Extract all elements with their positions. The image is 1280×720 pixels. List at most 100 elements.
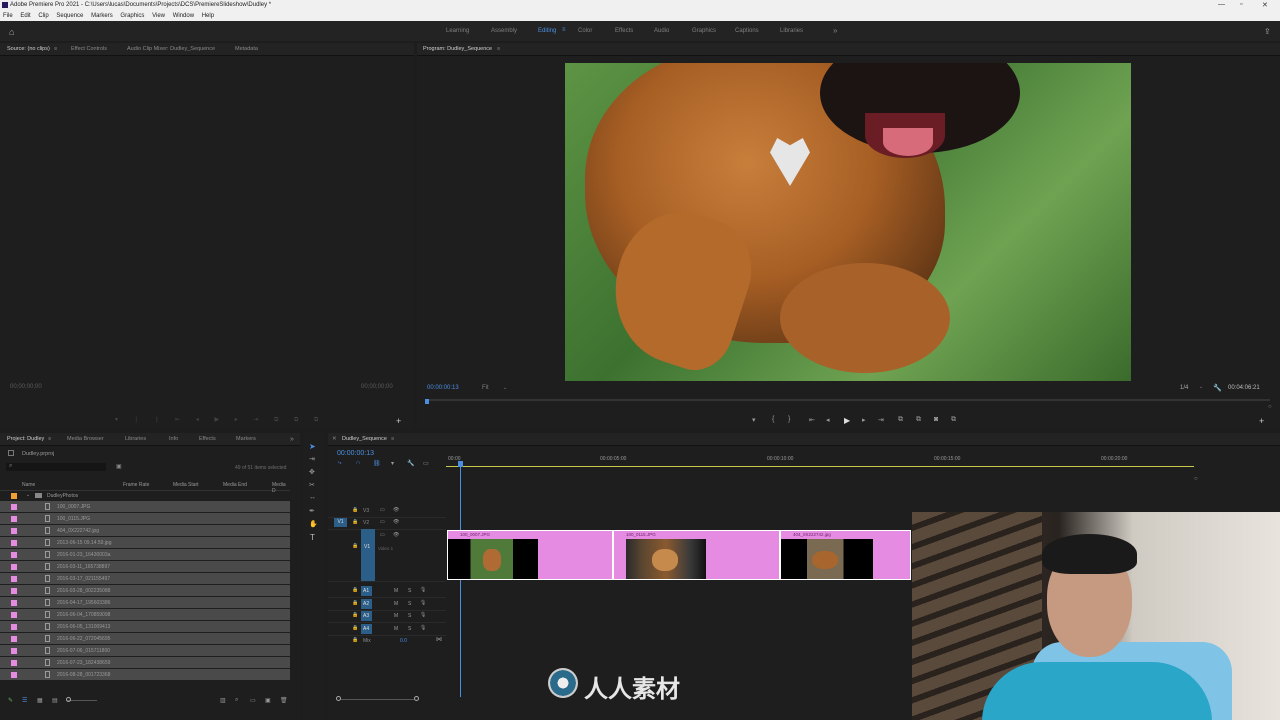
sync-lock-icon[interactable]: ▭ [380, 519, 385, 525]
trash-icon[interactable]: 🗑 [280, 697, 288, 704]
tab-media-browser[interactable]: Media Browser [67, 436, 104, 442]
folder-row[interactable]: ⌄ DudleyPhotos [0, 490, 290, 501]
column-name[interactable]: Name [22, 482, 35, 488]
mute-button[interactable]: M [394, 613, 398, 619]
eye-icon[interactable]: 👁 [393, 532, 399, 538]
track-target-v1[interactable] [361, 529, 375, 581]
track-label-v2[interactable]: V2 [363, 520, 369, 526]
minimize-icon[interactable]: — [1218, 1, 1225, 8]
track-label-a4[interactable]: A4 [363, 626, 369, 632]
linked-selection-icon[interactable]: ⛓ [373, 460, 381, 467]
lock-icon[interactable]: 🔒 [352, 587, 358, 593]
menu-window[interactable]: Window [173, 13, 194, 19]
tab-project[interactable]: Project: Dudley [7, 436, 44, 442]
timeline-clip[interactable]: 100_0007.JPG [447, 530, 613, 580]
fit-dropdown[interactable]: Fit [482, 385, 489, 391]
tab-effects[interactable]: Effects [199, 436, 216, 442]
icon-view-icon[interactable]: ▦ [37, 697, 43, 704]
column-media-end[interactable]: Media End [223, 482, 247, 488]
track-label-a1[interactable]: A1 [363, 588, 369, 594]
program-scrub-bar[interactable] [425, 399, 1270, 401]
workspace-libraries[interactable]: Libraries [780, 28, 803, 34]
mute-button[interactable]: M [394, 588, 398, 594]
slip-tool-icon[interactable]: ↔ [309, 494, 316, 501]
panel-menu-icon[interactable]: ≡ [54, 46, 57, 52]
workspace-editing[interactable]: Editing [538, 28, 556, 34]
extract-icon[interactable]: ⧉ [916, 416, 921, 424]
work-area-bar[interactable] [446, 466, 1194, 467]
quality-chevron-down-icon[interactable]: ⌄ [1199, 384, 1203, 390]
track-select-tool-icon[interactable]: ⇥ [309, 455, 315, 463]
scroll-handle-right[interactable] [414, 696, 419, 701]
tab-program[interactable]: Program: Dudley_Sequence [423, 46, 492, 52]
microphone-icon[interactable]: 🎙 [420, 587, 426, 593]
workspace-more-icon[interactable]: » [833, 26, 837, 35]
list-item[interactable]: 2016-08-28_001723368 [0, 669, 290, 680]
home-icon[interactable]: ⌂ [9, 27, 14, 37]
lock-icon[interactable]: 🔒 [352, 507, 358, 513]
automate-to-sequence-icon[interactable]: ▥ [220, 697, 226, 704]
lock-icon[interactable]: 🔒 [352, 637, 358, 643]
mix-value[interactable]: 0.0 [400, 638, 407, 644]
microphone-icon[interactable]: 🎙 [420, 600, 426, 606]
program-timecode[interactable]: 00:00:00:13 [427, 385, 459, 391]
tab-info[interactable]: Info [169, 436, 178, 442]
menu-view[interactable]: View [152, 13, 165, 19]
solo-button[interactable]: S [408, 601, 411, 607]
timeline-timecode[interactable]: 00:00:00:13 [337, 450, 374, 457]
microphone-icon[interactable]: 🎙 [420, 625, 426, 631]
list-item[interactable]: 2016-06-22_072045695 [0, 633, 290, 644]
list-item[interactable]: 2016-03-11_165738897 [0, 561, 290, 572]
lock-icon[interactable]: 🔒 [352, 612, 358, 618]
menu-sequence[interactable]: Sequence [56, 13, 83, 19]
list-item[interactable]: 2016-04-17_195603386 [0, 597, 290, 608]
tab-markers[interactable]: Markers [236, 436, 256, 442]
go-to-end-icon[interactable]: ⋈ [436, 636, 442, 643]
close-icon[interactable]: ✕ [1262, 1, 1268, 9]
list-item[interactable]: 2016-03-28_002235088 [0, 585, 290, 596]
wrench-icon[interactable]: 🔧 [1213, 384, 1222, 392]
pen-tool-icon[interactable]: ✒ [309, 507, 315, 515]
insert-nest-icon[interactable]: ⤷ [338, 460, 341, 467]
column-frame-rate[interactable]: Frame Rate [123, 482, 149, 488]
camera-icon[interactable]: ◙ [934, 416, 938, 423]
track-label-v1[interactable]: V1 [364, 544, 370, 550]
track-label-a2[interactable]: A2 [363, 601, 369, 607]
step-back-icon[interactable]: ◂ [826, 416, 830, 424]
maximize-icon[interactable]: ▫ [1240, 1, 1242, 8]
workspace-graphics[interactable]: Graphics [692, 28, 716, 34]
ripple-edit-tool-icon[interactable]: ✥ [309, 468, 315, 476]
tab-libraries[interactable]: Libraries [125, 436, 146, 442]
timeline-settings-wrench-icon[interactable]: 🔧 [407, 460, 414, 467]
menu-file[interactable]: File [3, 13, 13, 19]
timeline-playhead[interactable] [460, 467, 461, 697]
snap-icon[interactable]: ∩ [356, 460, 360, 466]
menu-graphics[interactable]: Graphics [120, 13, 144, 19]
go-to-in-icon[interactable]: ⇤ [809, 416, 815, 424]
timeline-ruler[interactable]: 00:00 00:00:05:00 00:00:10:00 00:00:15:0… [446, 451, 1276, 471]
panel-menu-icon[interactable]: ≡ [48, 436, 51, 442]
workspace-assembly[interactable]: Assembly [491, 28, 517, 34]
new-item-icon[interactable]: ▣ [265, 697, 271, 704]
workspace-learning[interactable]: Learning [446, 28, 469, 34]
timeline-horizontal-scrollbar[interactable] [336, 696, 419, 701]
search-input[interactable] [6, 463, 106, 471]
captions-icon[interactable]: ▭ [423, 460, 429, 467]
source-patch-v1[interactable]: V1 [334, 518, 347, 527]
zoom-slider-handle[interactable] [66, 697, 71, 702]
solo-button[interactable]: S [408, 626, 411, 632]
hand-tool-icon[interactable]: ✋ [309, 520, 318, 528]
program-zoom-circle-icon[interactable]: ○ [1268, 404, 1272, 410]
mark-in-icon[interactable]: { [772, 416, 774, 423]
list-item[interactable]: 100_0115.JPG [0, 513, 290, 524]
timeline-clip[interactable]: 404_0X222742.jpg [780, 530, 911, 580]
list-item[interactable]: 404_0X222742.jpg [0, 525, 290, 536]
mute-button[interactable]: M [394, 626, 398, 632]
new-bin-icon[interactable]: ▭ [250, 697, 256, 704]
panel-menu-icon[interactable]: ≡ [497, 46, 500, 52]
tab-effect-controls[interactable]: Effect Controls [71, 46, 107, 52]
list-item[interactable]: 2016-07-06_015711800 [0, 645, 290, 656]
share-icon[interactable]: ⇪ [1264, 27, 1271, 36]
add-marker-icon[interactable]: ▾ [752, 416, 756, 424]
panel-menu-icon[interactable]: ≡ [391, 436, 394, 442]
